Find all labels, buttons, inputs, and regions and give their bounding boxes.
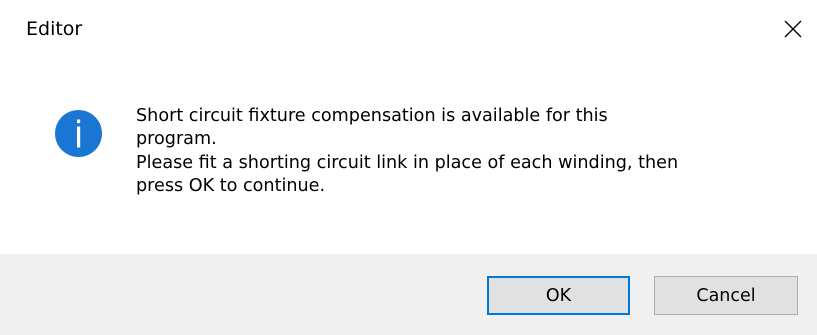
editor-dialog: Editor Short circuit fixture compensatio… (0, 0, 817, 335)
info-icon (55, 110, 102, 157)
message-line: program. (136, 129, 217, 150)
title-bar: Editor (0, 0, 817, 62)
message-line: press OK to continue. (136, 176, 326, 197)
ok-button[interactable]: OK (487, 276, 630, 315)
close-icon (784, 20, 802, 38)
message-line: Short circuit fixture compensation is av… (136, 106, 608, 126)
message-line: Please fit a shorting circuit link in pl… (136, 152, 679, 173)
window-title: Editor (26, 18, 83, 40)
cancel-button[interactable]: Cancel (654, 276, 798, 315)
close-button[interactable] (769, 0, 817, 58)
button-bar: OK Cancel (0, 254, 817, 335)
message-text: Short circuit fixture compensation is av… (136, 105, 796, 199)
